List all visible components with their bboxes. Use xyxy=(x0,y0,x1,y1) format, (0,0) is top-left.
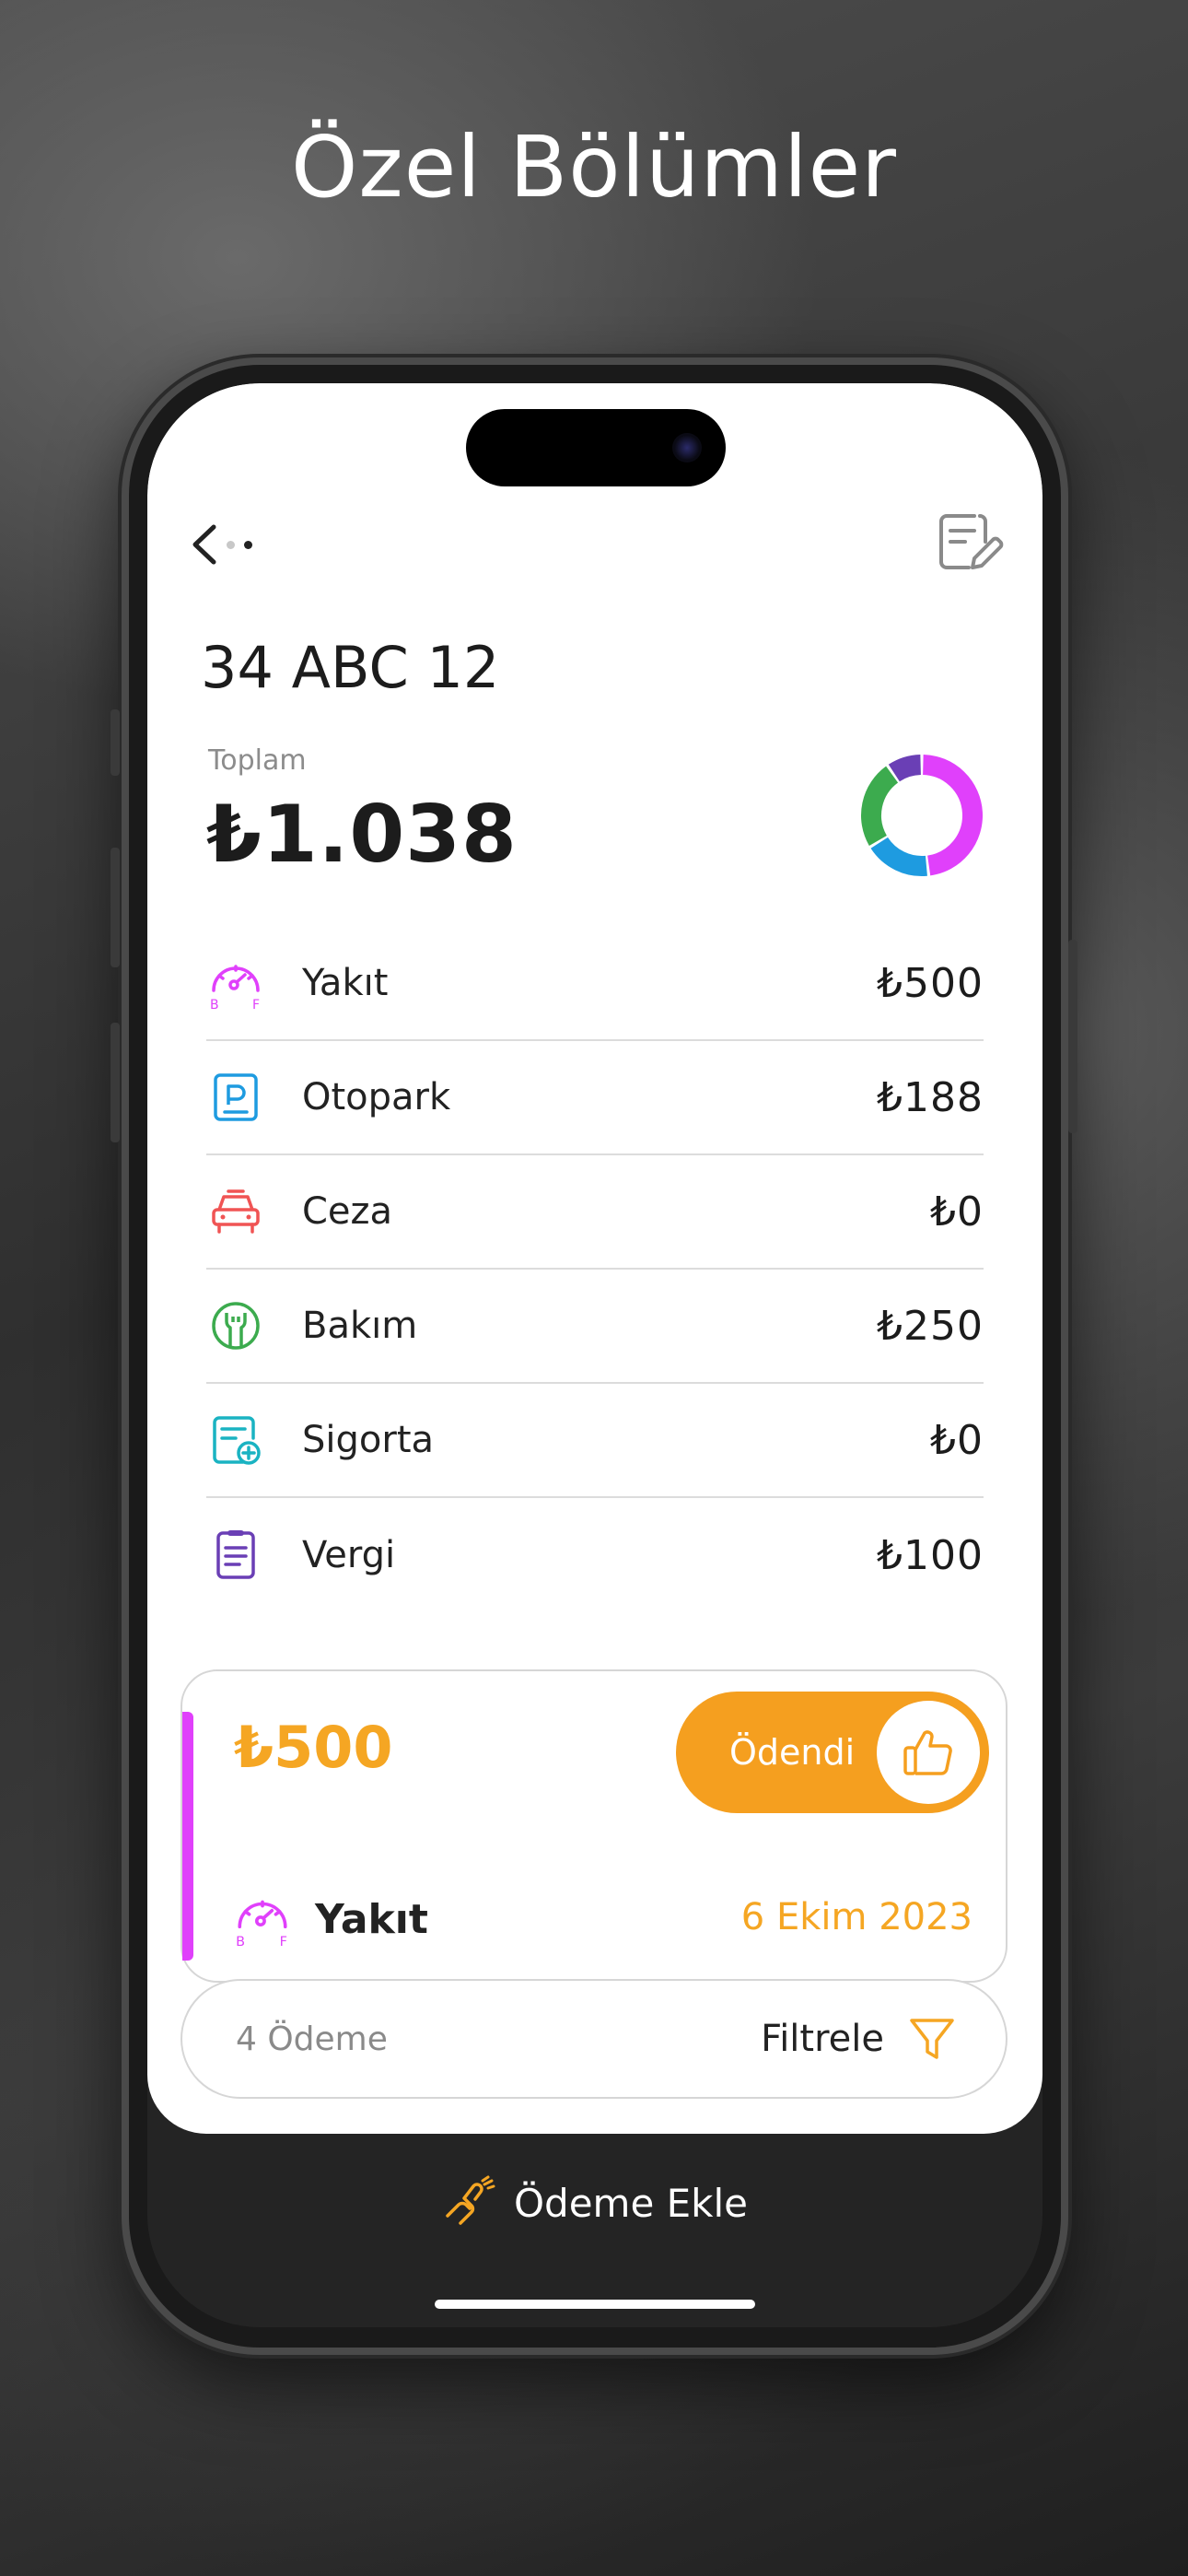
action-button xyxy=(111,709,120,776)
donut-slice-bakım xyxy=(861,766,899,846)
svg-text:B: B xyxy=(236,1935,245,1950)
category-amount: ₺100 xyxy=(877,1531,984,1579)
category-row-yakit[interactable]: B F Yakıt ₺500 xyxy=(206,927,984,1041)
svg-text:B: B xyxy=(210,998,219,1013)
wrench-icon xyxy=(206,1296,265,1355)
total-value: ₺1.038 xyxy=(206,789,518,881)
funnel-icon[interactable] xyxy=(904,2011,960,2067)
payment-count: 4 Ödeme xyxy=(236,2020,388,2058)
category-name: Otopark xyxy=(302,1076,451,1118)
home-indicator[interactable] xyxy=(435,2300,755,2309)
tax-doc-icon xyxy=(206,1526,265,1585)
category-row-bakim[interactable]: Bakım ₺250 xyxy=(206,1270,984,1384)
parking-icon xyxy=(206,1068,265,1127)
fuel-gauge-icon: B F xyxy=(236,1900,287,1950)
category-name: Ceza xyxy=(302,1190,393,1233)
back-button[interactable] xyxy=(188,512,271,577)
payment-category-name: Yakıt xyxy=(315,1895,428,1943)
category-amount: ₺188 xyxy=(877,1073,984,1121)
page-headline: Özel Bölümler xyxy=(291,118,897,217)
svg-text:F: F xyxy=(252,998,260,1013)
thumbs-up-icon xyxy=(877,1701,980,1804)
hand-coin-icon xyxy=(446,2175,495,2225)
app-content: 34 ABC 12 Toplam ₺1.038 B F Yakıt ₺500 O… xyxy=(147,383,1042,2134)
total-label: Toplam xyxy=(208,744,307,777)
donut-slice-vergi xyxy=(888,755,922,782)
category-amount: ₺0 xyxy=(930,1416,984,1464)
vehicle-plate: 34 ABC 12 xyxy=(201,634,500,701)
category-row-otopark[interactable]: Otopark ₺188 xyxy=(206,1041,984,1155)
payment-date: 6 Ekim 2023 xyxy=(740,1896,973,1938)
filter-button[interactable]: Filtrele xyxy=(761,2018,884,2060)
category-row-ceza[interactable]: Ceza ₺0 xyxy=(206,1155,984,1270)
volume-up-button xyxy=(111,848,120,967)
svg-text:F: F xyxy=(280,1935,287,1950)
paid-status-button[interactable]: Ödendi xyxy=(676,1692,989,1813)
category-name: Yakıt xyxy=(302,962,389,1004)
payment-category: B F Yakıt xyxy=(232,1889,428,1950)
donut-slice-otopark xyxy=(870,837,927,876)
category-amount: ₺500 xyxy=(877,959,984,1007)
car-icon xyxy=(206,1182,265,1241)
payment-amount: ₺500 xyxy=(234,1714,393,1781)
donut-slice-yakıt xyxy=(922,755,983,876)
camera-icon xyxy=(672,433,702,463)
category-name: Vergi xyxy=(302,1534,396,1576)
expense-donut-chart xyxy=(861,755,983,876)
edit-button[interactable] xyxy=(934,507,1004,577)
dynamic-island xyxy=(466,409,726,486)
back-dots xyxy=(227,540,252,549)
add-payment-button[interactable]: Ödeme Ekle xyxy=(147,2161,1042,2244)
category-amount: ₺250 xyxy=(877,1302,984,1350)
payment-card[interactable]: ₺500 Ödendi B F Yakıt 6 Ekim 2023 xyxy=(181,1669,1007,1983)
dot xyxy=(227,540,235,549)
note-edit-icon xyxy=(939,514,1004,569)
dot xyxy=(244,540,252,549)
payment-accent-bar xyxy=(182,1712,193,1961)
chevron-left-icon xyxy=(192,524,216,565)
category-name: Sigorta xyxy=(302,1419,435,1461)
fuel-gauge-icon: B F xyxy=(206,954,265,1013)
category-amount: ₺0 xyxy=(930,1188,984,1235)
volume-down-button xyxy=(111,1023,120,1142)
category-list: B F Yakıt ₺500 Otopark ₺188 Ceza ₺0 Bakı… xyxy=(206,927,984,1612)
category-row-sigorta[interactable]: Sigorta ₺0 xyxy=(206,1384,984,1498)
insurance-doc-icon xyxy=(206,1411,265,1469)
phone-screen: 34 ABC 12 Toplam ₺1.038 B F Yakıt ₺500 O… xyxy=(147,383,1042,2327)
power-button xyxy=(1068,940,1077,1133)
filter-bar: 4 Ödeme Filtrele xyxy=(181,1979,1007,2099)
paid-status-label: Ödendi xyxy=(729,1732,856,1773)
add-payment-label: Ödeme Ekle xyxy=(513,2180,749,2226)
category-row-vergi[interactable]: Vergi ₺100 xyxy=(206,1498,984,1612)
category-name: Bakım xyxy=(302,1305,418,1347)
